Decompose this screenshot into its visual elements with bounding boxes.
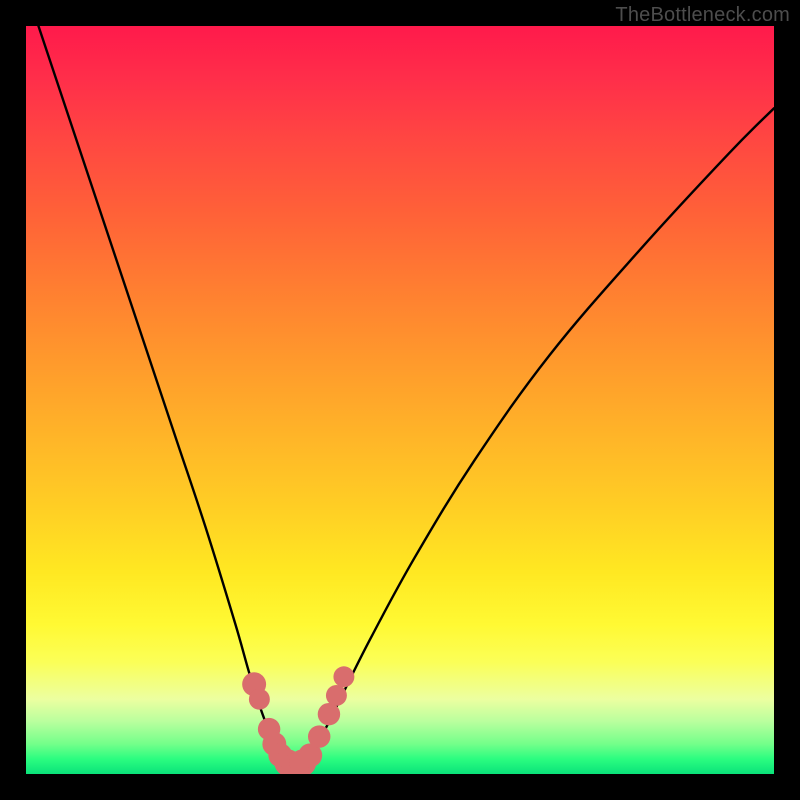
watermark-text: TheBottleneck.com (615, 4, 790, 27)
curve-markers (242, 666, 354, 774)
curve-marker (333, 666, 354, 687)
curve-marker (268, 743, 292, 767)
curve-marker (326, 685, 347, 706)
curve-marker (274, 749, 301, 774)
curve-marker (289, 749, 316, 774)
curve-marker (249, 689, 270, 710)
curve-marker (308, 725, 330, 747)
chart-frame: TheBottleneck.com (0, 0, 800, 800)
chart-plot-area (26, 26, 774, 774)
curve-marker (242, 672, 266, 696)
curve-marker (282, 753, 309, 774)
curve-marker (258, 718, 280, 740)
bottleneck-curve (26, 26, 774, 767)
curve-marker (262, 732, 286, 756)
curve-marker (318, 703, 340, 725)
curve-marker (298, 743, 322, 767)
chart-svg (26, 26, 774, 774)
